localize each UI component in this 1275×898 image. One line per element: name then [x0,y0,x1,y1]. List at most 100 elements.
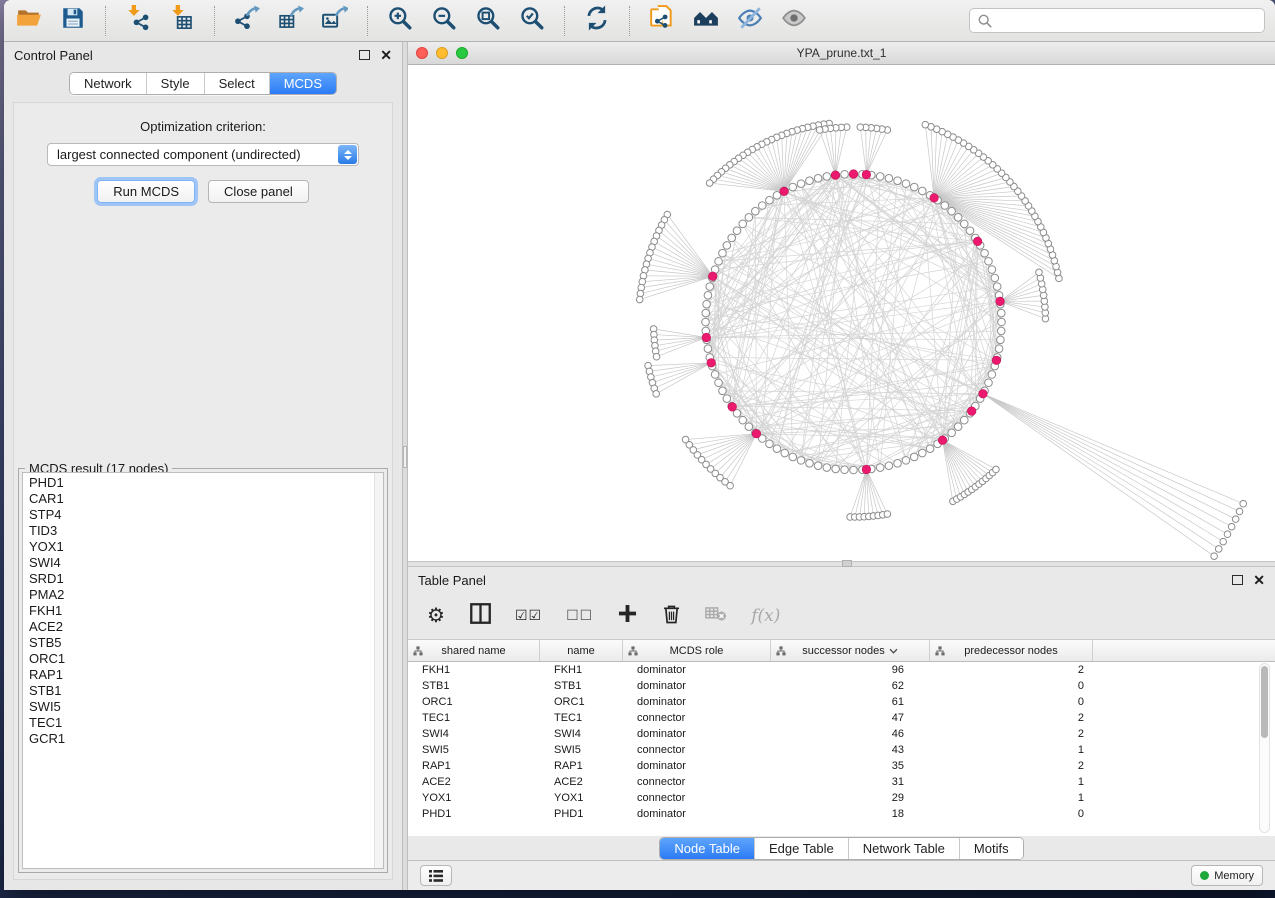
network-node[interactable] [814,175,822,183]
mcds-node-item[interactable]: STB5 [29,635,383,651]
mcds-hub-node[interactable] [728,403,737,412]
save-session-button[interactable] [58,6,88,36]
network-node[interactable] [806,459,814,467]
network-node[interactable] [985,379,993,387]
mcds-hub-node[interactable] [938,436,947,445]
network-node[interactable] [703,300,711,308]
mcds-hub-node[interactable] [979,389,988,398]
network-node[interactable] [723,242,731,250]
network-node[interactable] [985,257,993,265]
network-node[interactable] [702,318,710,326]
network-node[interactable] [715,257,723,265]
network-node[interactable] [1036,269,1043,276]
deselect-all-button[interactable]: ☐☐ [566,604,593,628]
open-file-button[interactable] [14,6,44,36]
network-node[interactable] [823,464,831,472]
column-header-MCDS-role[interactable]: MCDS role [623,640,771,661]
network-node[interactable] [966,227,974,235]
network-node[interactable] [653,353,660,360]
sort-indicator-icon[interactable] [889,645,898,657]
network-node[interactable] [993,283,1001,291]
table-row[interactable]: SWI4SWI4dominator462 [408,726,1275,742]
network-node[interactable] [702,309,710,317]
mcds-node-item[interactable]: CAR1 [29,491,383,507]
zoom-window-button[interactable] [456,47,468,59]
mcds-node-item[interactable]: ACE2 [29,619,383,635]
close-panel-button[interactable]: Close panel [208,180,309,203]
network-node[interactable] [727,482,734,489]
mcds-list-scrollbar[interactable] [374,473,383,868]
search-input[interactable] [998,13,1256,28]
network-node[interactable] [728,234,736,242]
network-node[interactable] [988,266,996,274]
tab-network-table[interactable]: Network Table [848,838,959,859]
tab-network[interactable]: Network [70,73,146,94]
network-node[interactable] [960,416,968,424]
column-header-predecessor-nodes[interactable]: predecessor nodes [930,640,1093,661]
network-node[interactable] [758,202,766,210]
mcds-result-list[interactable]: PHD1CAR1STP4TID3YOX1SWI4SRD1PMA2FKH1ACE2… [22,472,384,869]
zoom-in-button[interactable] [385,6,415,36]
network-node[interactable] [773,192,781,200]
network-node[interactable] [797,457,805,465]
import-table-button[interactable] [167,6,197,36]
column-header-successor-nodes[interactable]: successor nodes [771,640,930,661]
network-node[interactable] [922,121,929,128]
network-node[interactable] [719,387,727,395]
network-node[interactable] [991,274,999,282]
mcds-hub-node[interactable] [862,170,871,179]
network-node[interactable] [814,462,822,470]
mcds-node-item[interactable]: SWI4 [29,555,383,571]
tab-node-table[interactable]: Node Table [660,838,754,859]
network-node[interactable] [902,457,910,465]
network-node[interactable] [704,292,712,300]
network-node[interactable] [739,220,747,228]
import-network-button[interactable] [123,6,153,36]
show-columns-button[interactable] [470,604,491,628]
network-node[interactable] [704,345,712,353]
network-node[interactable] [766,440,774,448]
network-node[interactable] [995,345,1003,353]
mcds-node-item[interactable]: FKH1 [29,603,383,619]
task-history-button[interactable] [420,865,452,886]
network-node[interactable] [926,445,934,453]
share-document-button[interactable] [647,6,677,36]
table-row[interactable]: ACE2ACE2connector311 [408,774,1275,790]
network-node[interactable] [841,466,849,474]
network-node[interactable] [997,336,1005,344]
network-node[interactable] [806,177,814,185]
splitter-grip[interactable] [403,446,407,468]
network-node[interactable] [719,249,727,257]
network-node[interactable] [636,296,643,303]
mcds-node-item[interactable]: SWI5 [29,699,383,715]
close-icon[interactable]: ✕ [1253,573,1265,587]
network-node[interactable] [885,175,893,183]
float-icon[interactable] [359,50,370,60]
table-row[interactable]: YOX1YOX1connector291 [408,790,1275,806]
tab-motifs[interactable]: Motifs [959,838,1023,859]
network-node[interactable] [894,459,902,467]
float-icon[interactable] [1232,575,1243,585]
network-node[interactable] [745,423,753,431]
optimization-criterion-select[interactable]: largest connected component (undirected) [47,143,359,166]
network-canvas[interactable] [408,65,1275,561]
network-node[interactable] [918,449,926,457]
mcds-node-item[interactable]: PMA2 [29,587,383,603]
network-node[interactable] [823,173,831,181]
network-node[interactable] [910,453,918,461]
network-node[interactable] [1228,523,1235,530]
export-image-button[interactable] [320,6,350,36]
network-node[interactable] [948,429,956,437]
network-node[interactable] [706,180,713,187]
column-header-shared-name[interactable]: shared name [408,640,540,661]
show-hidden-button[interactable] [779,6,809,36]
mcds-hub-node[interactable] [996,297,1005,306]
zoom-selected-button[interactable] [517,6,547,36]
network-node[interactable] [773,445,781,453]
network-node[interactable] [789,453,797,461]
network-node[interactable] [857,124,864,131]
network-node[interactable] [1224,531,1231,538]
mcds-hub-node[interactable] [708,272,717,281]
column-header-name[interactable]: name [540,640,623,661]
tab-edge-table[interactable]: Edge Table [754,838,848,859]
